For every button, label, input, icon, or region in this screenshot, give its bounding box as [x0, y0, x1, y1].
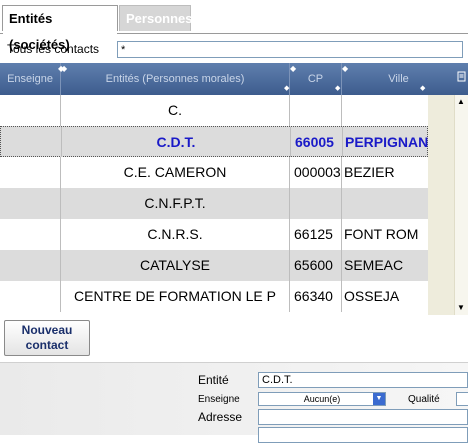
cell-enseigne — [0, 281, 61, 312]
column-header-cp[interactable]: ◆ CP ◆ — [290, 63, 342, 95]
filter-dot-icon: ◆ — [284, 85, 290, 92]
cell-entite: CATALYSE — [61, 250, 290, 281]
cell-ville: PERPIGNAN — [345, 134, 429, 150]
scrollbar-track[interactable] — [454, 95, 468, 315]
filter-dot-icon: ◆ — [335, 85, 341, 92]
table-row[interactable]: CATALYSE 65600 SEMEAC — [0, 250, 428, 281]
cell-cp — [290, 188, 342, 219]
adresse-field[interactable] — [258, 409, 468, 425]
table-row[interactable]: CENTRE DE FORMATION LE P 66340 OSSEJA — [0, 281, 428, 312]
table-row[interactable]: C.D.T. 66005 PERPIGNAN — [0, 126, 429, 158]
qualite-select[interactable] — [456, 392, 468, 406]
cell-cp: 65600 — [290, 250, 342, 281]
scroll-up-icon[interactable]: ▲ — [454, 95, 468, 109]
qualite-label: Qualité — [408, 394, 440, 405]
scroll-down-icon[interactable]: ▼ — [454, 301, 468, 315]
column-header-ville[interactable]: ◆ Ville ◆ — [342, 63, 455, 95]
adresse-label: Adresse — [198, 410, 243, 424]
cell-cp: 000003 — [290, 157, 342, 188]
cell-enseigne — [0, 157, 61, 188]
dropdown-arrow-icon[interactable]: ▼ — [373, 393, 385, 405]
table-row[interactable]: C.E. CAMERON 000003 BEZIER — [0, 157, 428, 188]
contacts-grid: ◆ Enseigne ◆ Entités (Personnes morales)… — [0, 63, 468, 315]
column-header-entites[interactable]: ◆ Entités (Personnes morales) ◆ — [61, 63, 290, 95]
cell-cp — [290, 95, 342, 126]
detail-panel: Entité Enseigne Aucun(e) ▼ Qualité Adres… — [0, 362, 468, 443]
enseigne-label: Enseigne — [198, 394, 240, 405]
grid-rows: C. C.D.T. 66005 PERPIGNAN C.E. CAMERON 000003… — [0, 95, 428, 315]
cell-ville: FONT ROM — [344, 226, 419, 242]
enseigne-select[interactable]: Aucun(e) ▼ — [258, 392, 386, 406]
table-row[interactable]: C. — [0, 95, 428, 126]
table-row[interactable]: C.N.R.S. 66125 FONT ROM — [0, 219, 428, 250]
adresse-field-2[interactable] — [258, 427, 468, 443]
cell-entite: C.D.T. — [62, 127, 291, 158]
cell-ville: OSSEJA — [344, 288, 400, 304]
document-icon[interactable] — [455, 63, 468, 95]
cell-enseigne — [0, 219, 61, 250]
sort-icon: ◆ — [61, 64, 68, 73]
cell-entite: C.N.R.S. — [61, 219, 290, 250]
entite-label: Entité — [198, 373, 229, 387]
filter-label: Tous les contacts — [7, 42, 100, 56]
cell-ville — [342, 95, 428, 126]
filter-dot-icon: ◆ — [420, 85, 426, 92]
cell-entite: C.N.F.P.T. — [61, 188, 290, 219]
table-row[interactable]: C.N.F.P.T. — [0, 188, 428, 219]
cell-cp: 66005 — [291, 127, 343, 158]
new-contact-button[interactable]: Nouveau contact — [4, 320, 90, 356]
cell-enseigne — [1, 127, 62, 158]
column-header-enseigne[interactable]: ◆ Enseigne — [0, 63, 64, 95]
cell-entite: CENTRE DE FORMATION LE P — [61, 281, 290, 312]
cell-enseigne — [0, 95, 61, 126]
cell-ville — [342, 188, 428, 219]
cell-ville: BEZIER — [344, 164, 395, 180]
cell-cp: 66125 — [290, 219, 342, 250]
entite-field[interactable] — [258, 372, 468, 388]
vertical-scrollbar[interactable]: ▲ ▼ — [428, 95, 468, 315]
cell-ville: SEMEAC — [344, 257, 404, 273]
sort-icon: ◆ — [290, 64, 297, 73]
cell-entite: C. — [61, 95, 290, 126]
cell-entite: C.E. CAMERON — [61, 157, 290, 188]
cell-enseigne — [0, 188, 61, 219]
tab-entites[interactable]: Entités (sociétés) — [2, 5, 118, 52]
tab-personnes[interactable]: Personnes — [119, 5, 192, 31]
cell-enseigne — [0, 250, 61, 281]
grid-header: ◆ Enseigne ◆ Entités (Personnes morales)… — [0, 63, 468, 95]
filter-input[interactable] — [117, 41, 463, 58]
tab-bar: Entités (sociétés) Personnes — [0, 0, 468, 52]
cell-cp: 66340 — [290, 281, 342, 312]
sort-icon: ◆ — [342, 64, 349, 73]
